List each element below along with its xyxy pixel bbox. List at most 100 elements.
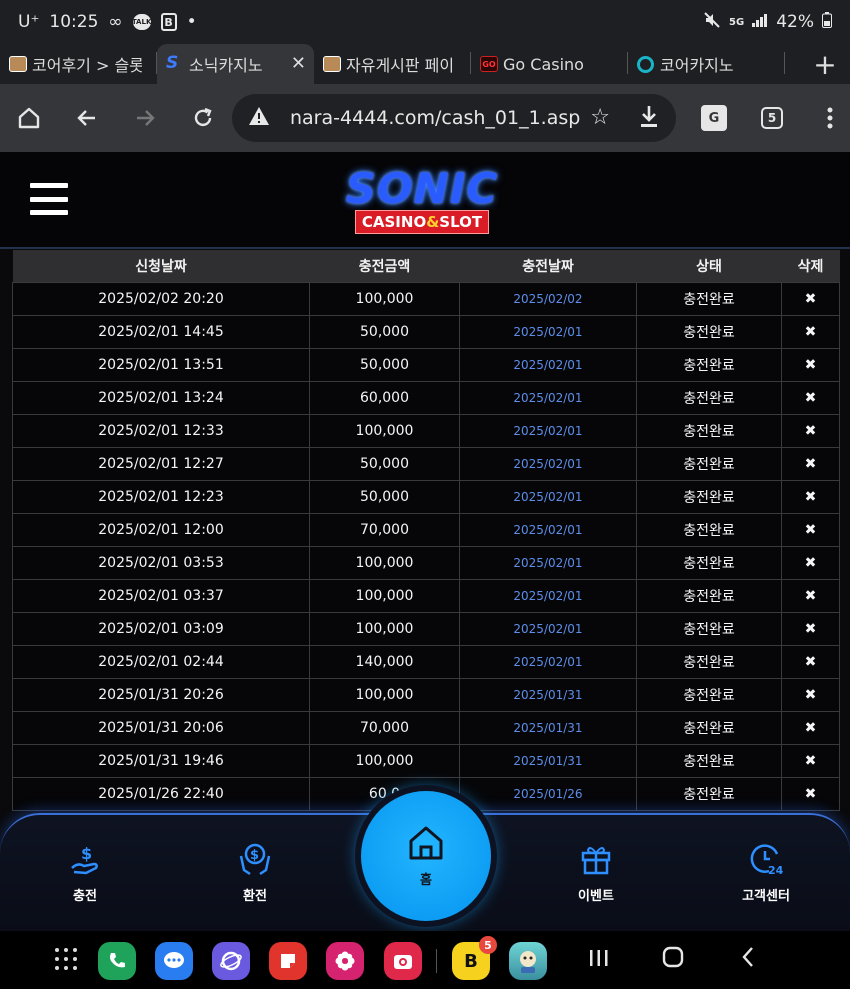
address-bar[interactable]: nara-4444.com/cash_01_1.asp ☆ (232, 94, 676, 142)
delete-icon[interactable]: ✖ (781, 611, 840, 646)
download-icon[interactable] (638, 104, 660, 134)
phone-app-icon[interactable] (98, 942, 136, 980)
delete-icon[interactable]: ✖ (781, 776, 840, 811)
battery-percent: 42% (776, 12, 814, 32)
svg-text:$: $ (81, 844, 92, 863)
delete-icon[interactable]: ✖ (781, 413, 840, 448)
new-tab-icon[interactable]: + (800, 44, 850, 84)
delete-icon[interactable]: ✖ (781, 347, 840, 382)
recent-apps-icon[interactable] (588, 945, 610, 975)
charge-date-cell: 2025/02/01 (459, 479, 637, 514)
tab-free-board[interactable]: 자유게시판 페이 (314, 44, 471, 84)
b-app-icon[interactable]: B 5 (452, 936, 497, 980)
home-icon (407, 825, 445, 865)
delete-icon[interactable]: ✖ (781, 479, 840, 514)
b-app-icon: B (160, 13, 177, 31)
delete-icon[interactable]: ✖ (781, 380, 840, 415)
status-cell: 충전완료 (636, 545, 782, 580)
home-icon[interactable] (0, 89, 58, 147)
amount-cell: 140,000 (309, 644, 460, 679)
status-cell: 충전완료 (636, 776, 782, 811)
site-logo[interactable]: SONIC CASINO&SLOT (322, 166, 522, 238)
delete-icon[interactable]: ✖ (781, 578, 840, 613)
back-nav-icon[interactable] (740, 945, 756, 975)
charge-date-cell: 2025/02/01 (459, 611, 637, 646)
delete-icon[interactable]: ✖ (781, 512, 840, 547)
charge-date-cell: 2025/02/01 (459, 347, 637, 382)
android-nav-bar: B 5 (0, 931, 850, 989)
delete-icon[interactable]: ✖ (781, 446, 840, 481)
delete-icon[interactable]: ✖ (781, 314, 840, 349)
back-icon[interactable] (58, 89, 116, 147)
charge-date-cell: 2025/02/01 (459, 512, 637, 547)
charge-date-cell: 2025/02/02 (459, 281, 637, 316)
delete-icon[interactable]: ✖ (781, 644, 840, 679)
bookmark-star-icon[interactable]: ☆ (590, 105, 610, 130)
hamburger-menu-icon[interactable] (30, 183, 68, 215)
sonic-s-icon: S (166, 53, 179, 73)
delete-icon[interactable]: ✖ (781, 743, 840, 778)
tab-go-casino[interactable]: GO Go Casino (471, 44, 628, 84)
reload-icon[interactable] (174, 89, 232, 147)
go-icon: GO (480, 56, 498, 72)
delete-icon[interactable]: ✖ (781, 281, 840, 316)
request-date-cell: 2025/02/01 13:24 (12, 380, 310, 415)
dock-divider (436, 949, 437, 973)
delete-icon[interactable]: ✖ (781, 677, 840, 712)
network-type: 5G (729, 16, 745, 28)
camera-app-icon[interactable] (384, 942, 422, 980)
request-date-cell: 2025/01/31 20:26 (12, 677, 310, 712)
nav-home[interactable]: 홈 (361, 791, 491, 921)
url-text[interactable]: nara-4444.com/cash_01_1.asp (290, 107, 580, 129)
nav-charge[interactable]: $ 충전 (40, 841, 130, 904)
forward-icon[interactable] (116, 89, 174, 147)
table-row: 2025/02/01 12:27 50,000 2025/02/01 충전완료 ✖ (12, 446, 840, 481)
site-header: SONIC CASINO&SLOT (0, 152, 850, 249)
app-drawer-icon[interactable] (55, 948, 77, 970)
tab-core-casino[interactable]: 코어카지노 (628, 44, 785, 84)
close-tab-icon[interactable]: ✕ (291, 53, 306, 74)
messages-app-icon[interactable] (155, 942, 193, 980)
gallery-app-icon[interactable] (326, 942, 364, 980)
nav-event[interactable]: 이벤트 (551, 841, 641, 904)
tab-core-review[interactable]: 코어후기 > 슬롯 (0, 44, 157, 84)
nav-charge-label: 충전 (73, 889, 97, 904)
request-date-cell: 2025/02/01 12:27 (12, 446, 310, 481)
warning-icon[interactable] (248, 106, 270, 130)
request-date-cell: 2025/02/01 12:33 (12, 413, 310, 448)
request-date-cell: 2025/02/01 12:00 (12, 512, 310, 547)
delete-icon[interactable]: ✖ (781, 710, 840, 745)
amount-cell: 50,000 (309, 479, 460, 514)
table-row: 2025/02/02 20:20 100,000 2025/02/02 충전완료 ✖ (12, 281, 840, 316)
browser-app-icon[interactable] (212, 942, 250, 980)
carrier-label: U⁺ (18, 12, 40, 32)
table-row: 2025/02/01 02:44 140,000 2025/02/01 충전완료 ✖ (12, 644, 840, 679)
nav-exchange[interactable]: $ 환전 (210, 841, 300, 904)
amount-cell: 100,000 (309, 281, 460, 316)
status-cell: 충전완료 (636, 644, 782, 679)
table-header-row: 신청날짜 충전금액 충전날짜 상태 삭제 (12, 250, 840, 282)
status-cell: 충전완료 (636, 347, 782, 382)
infinity-icon: ∞ (108, 12, 123, 32)
charge-date-cell: 2025/01/31 (459, 743, 637, 778)
tab-count: 5 (761, 107, 783, 129)
amount-cell: 70,000 (309, 512, 460, 547)
status-cell: 충전완료 (636, 512, 782, 547)
tab-sonic-casino[interactable]: S 소닉카지노 ✕ (157, 44, 314, 84)
notes-app-icon[interactable] (269, 942, 307, 980)
more-menu-icon[interactable] (801, 89, 850, 147)
col-request-date: 신청날짜 (12, 250, 310, 282)
amount-cell: 100,000 (309, 413, 460, 448)
status-cell: 충전완료 (636, 677, 782, 712)
delete-icon[interactable]: ✖ (781, 545, 840, 580)
signal-icon (752, 12, 768, 32)
nav-support[interactable]: 24 고객센터 (721, 841, 811, 904)
status-cell: 충전완료 (636, 611, 782, 646)
game-app-icon[interactable] (509, 942, 547, 980)
translate-icon[interactable]: G (685, 89, 743, 147)
request-date-cell: 2025/02/01 12:23 (12, 479, 310, 514)
status-cell: 충전완료 (636, 446, 782, 481)
nav-event-label: 이벤트 (578, 889, 614, 904)
home-nav-icon[interactable] (662, 945, 684, 975)
tab-switcher-button[interactable]: 5 (743, 89, 801, 147)
